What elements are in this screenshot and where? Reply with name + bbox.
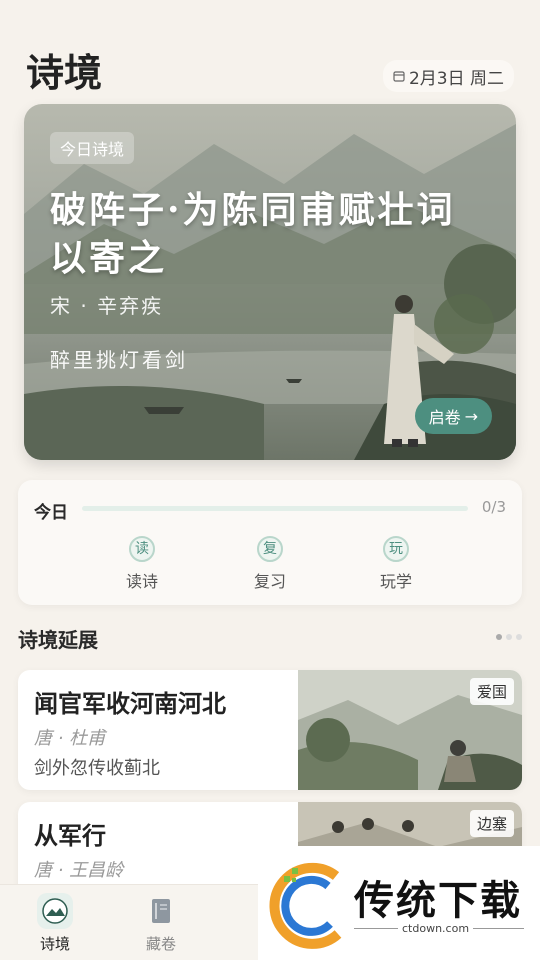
carousel-indicator: [496, 634, 522, 640]
review-icon: 复: [257, 536, 283, 562]
today-progress-card: 今日 0/3 读 读诗 复 复习 玩 玩学: [18, 480, 522, 605]
book-icon: [143, 893, 179, 929]
page-title: 诗境: [26, 51, 103, 95]
nav-label: 诗境: [39, 935, 70, 953]
progress-bar: [82, 506, 468, 511]
watermark-logo-icon: [269, 862, 342, 949]
pager-dot: [506, 634, 512, 640]
featured-poem-card[interactable]: 今日诗境 破阵子·为陈同甫赋壮词以寄之 宋 · 辛弃疾 醉里挑灯看剑 启卷 →: [24, 104, 516, 460]
today-label: 今日: [34, 503, 68, 523]
header: 诗境 2月3日 周二: [0, 0, 540, 100]
hero-poem-line: 醉里挑灯看剑: [50, 348, 188, 372]
pager-dot: [516, 634, 522, 640]
task-label: 复习: [253, 572, 286, 591]
nav-item-collection[interactable]: 藏卷: [126, 893, 196, 954]
section-title: 诗境延展: [18, 628, 98, 652]
poem-title: 闻官军收河南河北: [34, 690, 226, 718]
hero-tag: 今日诗境: [50, 132, 135, 164]
poem-tag: 爱国: [469, 678, 514, 705]
poem-line: 剑外忽传收蓟北: [34, 758, 160, 779]
progress-count: 0/3: [481, 498, 506, 516]
task-review[interactable]: 复 复习: [230, 536, 310, 592]
nav-item-poetry[interactable]: 诗境: [20, 893, 90, 954]
poem-author: 唐 · 王昌龄: [34, 860, 124, 881]
task-label: 玩学: [379, 572, 412, 591]
hero-poem-title: 破阵子·为陈同甫赋壮词以寄之: [50, 189, 456, 279]
open-scroll-label: 启卷: [428, 408, 461, 427]
read-icon: 读: [129, 536, 155, 562]
date-pill[interactable]: 2月3日 周二: [382, 60, 514, 92]
poem-card[interactable]: 闻官军收河南河北 唐 · 杜甫 剑外忽传收蓟北 爱国: [18, 670, 522, 790]
open-scroll-button[interactable]: 启卷 →: [414, 398, 492, 434]
landscape-icon: [37, 893, 73, 929]
poem-author: 唐 · 杜甫: [34, 728, 106, 749]
calendar-icon: [393, 71, 405, 82]
task-play[interactable]: 玩 玩学: [356, 536, 436, 592]
watermark-url: ctdown.com: [398, 922, 474, 935]
watermark-overlay: 传统下载 ctdown.com: [258, 846, 540, 960]
task-read[interactable]: 读 读诗: [102, 536, 182, 592]
play-icon: 玩: [383, 536, 409, 562]
poem-tag: 边塞: [469, 810, 514, 837]
arrow-right-icon: →: [464, 406, 478, 426]
date-text: 2月3日 周二: [408, 68, 504, 89]
pager-dot: [496, 634, 502, 640]
hero-poem-author: 宋 · 辛弃疾: [50, 294, 164, 318]
watermark-text: 传统下载: [354, 878, 522, 924]
poem-title: 从军行: [34, 822, 106, 850]
nav-label: 藏卷: [145, 935, 176, 953]
task-label: 读诗: [125, 572, 158, 591]
